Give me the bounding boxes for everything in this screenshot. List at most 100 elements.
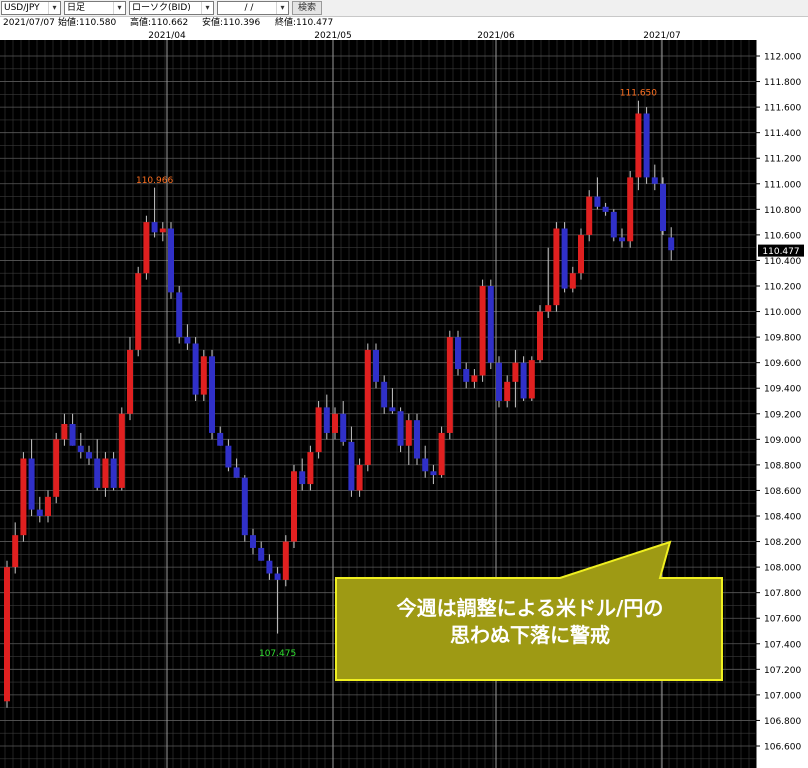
y-tick-label: 109.400 [764,385,801,395]
last-price-label: 110.477 [762,247,799,257]
candle-body [487,286,494,363]
month-label: 2021/05 [314,31,351,41]
y-tick-label: 108.400 [764,513,801,523]
candle-body [151,222,158,233]
candle-body [266,560,273,574]
info-close: 終値:110.477 [275,18,334,28]
candle-body [381,381,388,408]
candle-body [110,458,117,488]
candle-body [299,471,306,485]
candle-body [446,337,453,433]
info-open: 始値:110.580 [58,18,117,28]
candle-body [364,349,371,465]
candle-body [209,356,215,433]
chevron-down-icon: ▾ [201,2,213,14]
candle-body [520,362,527,399]
candle-body [20,458,27,536]
candle-body [545,305,552,312]
candle-body [537,311,543,361]
candle-body [118,413,125,488]
candle-body [594,196,601,207]
y-tick-label: 110.600 [764,231,801,241]
candle-body [135,273,142,350]
chart-style-select[interactable]: ローソク(BID) ▾ [129,1,214,15]
y-tick-label: 108.000 [764,564,801,574]
candle-body [61,424,68,440]
y-tick-label: 108.200 [764,538,801,548]
candle-body [512,362,519,382]
y-tick-label: 109.800 [764,334,801,344]
candle-body [233,467,240,478]
candle-body [496,362,502,401]
callout-line-1: 今週は調整による米ドル/円の [396,596,664,620]
candle-body [258,547,265,561]
candle-body [463,369,470,382]
candle-body [86,452,92,459]
ohlc-info-bar: 2021/07/07 始値:110.580 高値:110.662 安値:110.… [0,17,808,30]
y-tick-label: 111.400 [764,129,801,139]
candle-body [225,445,232,468]
symbol-value: USD/JPY [4,3,40,13]
candle-body [405,420,412,446]
candle-body [569,273,576,289]
y-tick-label: 107.000 [764,691,801,701]
candle-body [660,183,666,232]
candle-body [578,234,584,274]
y-tick-label: 111.000 [764,180,801,190]
month-label: 2021/06 [477,31,515,41]
y-tick-label: 106.800 [764,717,801,727]
callout-line-2: 思わぬ下落に警戒 [450,623,610,647]
candle-body [274,573,281,580]
candle-body [28,458,35,510]
candle-body [422,458,429,472]
candle-body [4,567,10,702]
chart-style-value: ローソク(BID) [132,3,191,13]
y-tick-label: 106.600 [764,743,801,753]
candle-body [430,471,437,476]
y-tick-label: 107.400 [764,640,801,650]
y-tick-label: 107.800 [764,589,801,599]
period-select[interactable]: 日足 ▾ [64,1,126,15]
y-tick-label: 108.600 [764,487,801,497]
candle-body [192,343,199,395]
candle-body [184,337,191,344]
symbol-select[interactable]: USD/JPY ▾ [1,1,61,15]
candle-body [340,413,347,442]
y-tick-label: 108.800 [764,461,801,471]
y-tick-label: 110.000 [764,308,801,318]
candle-body [332,413,338,433]
candle-body [217,432,224,446]
callout-text: 今週は調整による米ドル/円の 思わぬ下落に警戒 [336,595,724,649]
candle-body [356,464,363,491]
search-button[interactable]: 検索 [292,1,322,15]
chevron-down-icon: ▾ [48,2,60,14]
candle-body [200,356,207,395]
candle-body [45,496,51,516]
toolbar: USD/JPY ▾ 日足 ▾ ローソク(BID) ▾ / / ▾ 検索 [0,0,808,17]
y-tick-label: 112.000 [764,53,801,63]
candle-body [438,432,445,476]
y-tick-label: 111.200 [764,155,801,165]
candlestick-chart[interactable]: 2021/04 2021/05 2021/06 2021/07 112.000 111.… [0,30,808,768]
candle-body [528,360,535,399]
chevron-down-icon: ▾ [276,2,288,14]
candle-body [143,222,150,274]
y-tick-label: 109.600 [764,359,801,369]
candle-body [241,477,248,536]
y-tick-label: 110.400 [764,257,801,267]
candle-body [397,411,404,446]
candle-body [610,211,617,238]
candle-body [414,420,420,459]
candle-body [561,228,568,289]
candle-body [471,375,478,382]
high-price-label: 110.966 [136,176,173,186]
month-label: 2021/04 [148,31,186,41]
y-tick-label: 109.000 [764,436,801,446]
candle-body [282,541,289,580]
candle-body [323,407,330,433]
candle-body [36,509,43,516]
candle-body [102,458,109,488]
candle-body [627,177,634,242]
date-input[interactable]: / / ▾ [217,1,289,15]
candle-body [69,424,76,446]
